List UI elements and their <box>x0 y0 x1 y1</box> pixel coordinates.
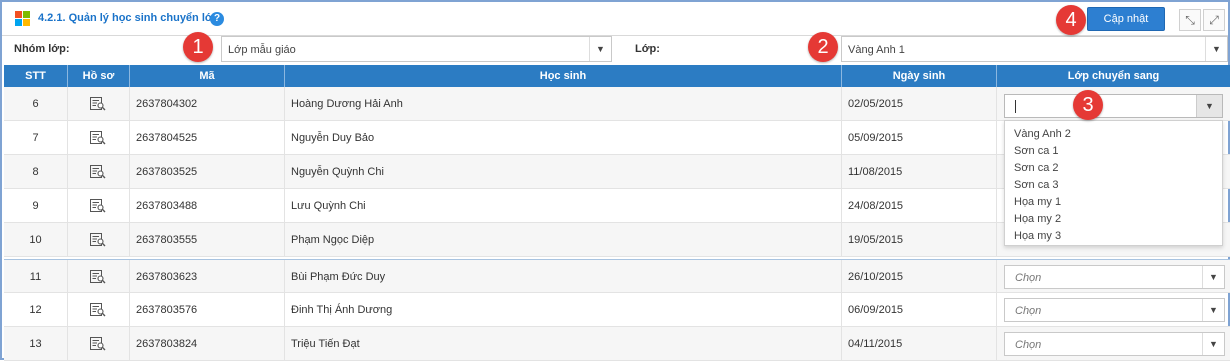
update-button[interactable]: Cập nhật <box>1087 7 1165 31</box>
row-stt: 13 <box>4 327 68 361</box>
dropdown-option[interactable]: Sơn ca 3 <box>1005 177 1222 194</box>
chevron-down-icon[interactable]: ▼ <box>1202 299 1224 321</box>
row-code: 2637803824 <box>130 327 285 361</box>
row-student-name: Phạm Ngọc Diệp <box>285 223 842 257</box>
row-dob: 19/05/2015 <box>842 223 997 257</box>
table-row: 12 2637803576 Đinh Thị Ánh Dương 06/09/2015… <box>4 293 1230 327</box>
annotation-badge-3: 3 <box>1073 90 1103 120</box>
class-label: Lớp: <box>635 43 660 55</box>
row-code: 2637803623 <box>130 260 285 294</box>
row-dob: 02/05/2015 <box>842 87 997 121</box>
select-placeholder: Chọn <box>1015 339 1042 351</box>
chevron-down-icon[interactable]: ▼ <box>589 37 611 61</box>
select-placeholder: Chọn <box>1015 272 1042 284</box>
dropdown-option[interactable]: Họa my 3 <box>1005 228 1222 245</box>
annotation-badge-4: 4 <box>1056 5 1086 35</box>
class-value: Vàng Anh 1 <box>848 44 905 56</box>
view-profile-icon[interactable] <box>90 131 106 145</box>
title-bar: 4.2.1. Quản lý học sinh chuyển lớp ? 4 C… <box>2 2 1228 36</box>
row-stt: 12 <box>4 293 68 327</box>
row-dob: 05/09/2015 <box>842 121 997 155</box>
transfer-class-select[interactable]: Chọn ▼ <box>1004 265 1225 289</box>
row-dob: 24/08/2015 <box>842 189 997 223</box>
table-row: 11 2637803623 Bùi Phạm Đức Duy 26/10/2015 Ch… <box>4 259 1230 294</box>
col-transfer-class: Lớp chuyển sang <box>1067 70 1160 82</box>
table-row: 13 2637803824 Triệu Tiến Đạt 04/11/2015 Chọn… <box>4 327 1230 361</box>
row-code: 2637803488 <box>130 189 285 223</box>
class-group-select[interactable]: Lớp mẫu giáo ▼ <box>221 36 612 62</box>
row-dob: 11/08/2015 <box>842 155 997 189</box>
row-student-name: Lưu Quỳnh Chi <box>285 189 842 223</box>
row-student-name: Triệu Tiến Đạt <box>285 327 842 361</box>
row-dob: 26/10/2015 <box>842 260 997 294</box>
app-window: 4.2.1. Quản lý học sinh chuyển lớp ? 4 C… <box>0 0 1230 361</box>
class-group-label: Nhóm lớp: <box>14 43 70 55</box>
view-profile-icon[interactable] <box>90 233 106 247</box>
row-stt: 10 <box>4 223 68 257</box>
row-student-name: Nguyễn Duy Bảo <box>285 121 842 155</box>
row-code: 2637804302 <box>130 87 285 121</box>
collapse-icon[interactable]: ⤡ <box>1179 9 1201 31</box>
text-cursor <box>1015 100 1016 113</box>
col-profile: Hồ sơ <box>68 65 130 87</box>
view-profile-icon[interactable] <box>90 97 106 111</box>
dropdown-option[interactable]: Sơn ca 2 <box>1005 160 1222 177</box>
transfer-class-select[interactable]: Chọn ▼ <box>1004 298 1225 322</box>
view-profile-icon[interactable] <box>90 337 106 351</box>
row-code: 2637804525 <box>130 121 285 155</box>
view-profile-icon[interactable] <box>90 270 106 284</box>
dropdown-option[interactable]: Vàng Anh 2 <box>1005 126 1222 143</box>
dropdown-option[interactable]: Họa my 2 <box>1005 211 1222 228</box>
row-stt: 8 <box>4 155 68 189</box>
class-group-value: Lớp mẫu giáo <box>228 44 296 56</box>
help-icon[interactable]: ? <box>210 12 224 26</box>
class-select[interactable]: Vàng Anh 1 ▼ <box>841 36 1228 62</box>
col-dob: Ngày sinh <box>842 65 997 87</box>
view-profile-icon[interactable] <box>90 199 106 213</box>
row-student-name: Đinh Thị Ánh Dương <box>285 293 842 327</box>
row-code: 2637803555 <box>130 223 285 257</box>
row-stt: 6 <box>4 87 68 121</box>
dropdown-option[interactable]: Họa my 1 <box>1005 194 1222 211</box>
select-placeholder: Chọn <box>1015 305 1042 317</box>
chevron-down-icon[interactable]: ▼ <box>1202 333 1224 355</box>
row-student-name: Nguyễn Quỳnh Chi <box>285 155 842 189</box>
transfer-class-select[interactable]: Chọn ▼ <box>1004 332 1225 356</box>
row-code: 2637803576 <box>130 293 285 327</box>
transfer-class-combobox-active[interactable]: ▼ <box>1004 94 1223 118</box>
row-dob: 04/11/2015 <box>842 327 997 361</box>
fullscreen-icon[interactable]: ⤢ <box>1203 9 1225 31</box>
class-dropdown-list: Vàng Anh 2 Sơn ca 1 Sơn ca 2 Sơn ca 3 Họa my… <box>1004 120 1223 246</box>
row-student-name: Hoàng Dương Hải Anh <box>285 87 842 121</box>
row-student-name: Bùi Phạm Đức Duy <box>285 260 842 294</box>
col-stt: STT <box>4 65 68 87</box>
dropdown-option[interactable]: Sơn ca 1 <box>1005 143 1222 160</box>
page-title: 4.2.1. Quản lý học sinh chuyển lớp <box>38 12 220 24</box>
view-profile-icon[interactable] <box>90 303 106 317</box>
view-profile-icon[interactable] <box>90 165 106 179</box>
col-code: Mã <box>130 65 285 87</box>
row-stt: 9 <box>4 189 68 223</box>
windows-logo-icon <box>15 11 31 27</box>
col-student: Học sinh <box>285 65 842 87</box>
annotation-badge-1: 1 <box>183 32 213 62</box>
row-stt: 7 <box>4 121 68 155</box>
chevron-down-icon[interactable]: ▼ <box>1205 37 1227 61</box>
chevron-down-icon[interactable]: ▼ <box>1196 95 1222 117</box>
row-code: 2637803525 <box>130 155 285 189</box>
chevron-down-icon[interactable]: ▼ <box>1202 266 1224 288</box>
row-stt: 11 <box>4 260 68 294</box>
table-header: STT Hồ sơ Mã Học sinh Ngày sinh Lớp chuy… <box>4 65 1230 87</box>
annotation-badge-2: 2 <box>808 32 838 62</box>
row-dob: 06/09/2015 <box>842 293 997 327</box>
